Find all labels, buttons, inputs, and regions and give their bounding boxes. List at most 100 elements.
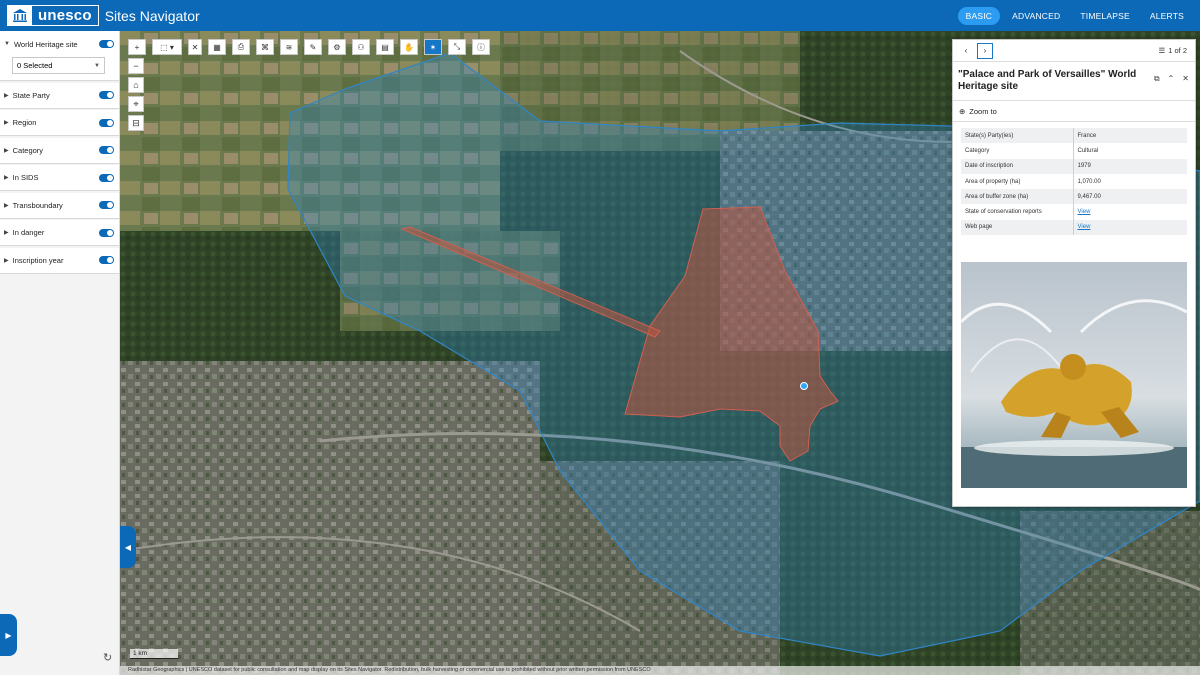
map-side-tools: − ⌂ ⌖ ⊟ — [128, 58, 144, 131]
attribute-key: State of conservation reports — [961, 204, 1074, 220]
web-page-link[interactable]: View — [1078, 224, 1091, 230]
pager-text: 1 of 2 — [1168, 46, 1187, 55]
map-toolbar: + ⬚ ▾ ✕ ▦ ⎙ ⌘ ≋ ✎ ⚙ ⚇ ▤ ✋ ✶ ⤡ ⓘ — [128, 39, 490, 55]
unesco-logo[interactable]: unesco — [7, 5, 99, 26]
close-icon[interactable]: ✕ — [1182, 74, 1189, 84]
clear-selection-button[interactable]: ✕ — [188, 39, 202, 55]
filter-world-heritage-site: ▼ World Heritage site 0 Selected ▼ — [0, 31, 119, 81]
caret-right-icon: ▶ — [4, 202, 9, 209]
filter-label: State Party — [12, 90, 50, 100]
logo-text: unesco — [38, 7, 92, 24]
zoom-to-action[interactable]: ⊕ Zoom to — [953, 100, 1195, 122]
filter-state-party[interactable]: ▶ State Party — [0, 82, 119, 109]
caret-right-icon: ▶ — [4, 147, 9, 154]
table-row: Web page View — [961, 219, 1187, 236]
dock-icon[interactable]: ⧉ — [1154, 74, 1160, 84]
attribute-key: Category — [961, 143, 1074, 159]
attribute-key: Area of property (ha) — [961, 173, 1074, 190]
table-row: State of conservation reports View — [961, 204, 1187, 220]
select-tool-button[interactable]: ⬚ ▾ — [152, 39, 182, 55]
toggle-state-party[interactable] — [99, 91, 114, 99]
measure-scale-icon[interactable]: ⊟ — [128, 115, 144, 131]
filter-sidebar: ▼ World Heritage site 0 Selected ▼ ▶ Stat… — [0, 31, 120, 675]
basemap-icon[interactable]: ▦ — [208, 39, 226, 55]
toggle-region[interactable] — [99, 118, 114, 127]
toggle-category[interactable] — [99, 146, 114, 154]
filter-in-danger[interactable]: ▶ In danger — [0, 220, 119, 246]
select-value: 0 Selected — [17, 61, 53, 70]
conservation-reports-link[interactable]: View — [1078, 209, 1091, 215]
mode-alerts[interactable]: ALERTS — [1142, 7, 1192, 25]
analysis-icon[interactable]: ⚙ — [328, 39, 346, 55]
site-select[interactable]: 0 Selected ▼ — [12, 57, 105, 74]
site-location-marker[interactable] — [800, 382, 808, 390]
zoom-in-button[interactable]: + — [128, 39, 146, 55]
filter-region[interactable]: ▶ Region — [0, 110, 119, 136]
filter-row-world-heritage-site[interactable]: ▼ World Heritage site — [0, 31, 119, 57]
toggle-in-danger[interactable] — [99, 228, 114, 237]
zoom-out-button[interactable]: − — [128, 58, 144, 74]
collapse-sidebar-button[interactable]: ◀ — [120, 526, 136, 568]
info-icon[interactable]: ⓘ — [472, 39, 490, 55]
toggle-transboundary[interactable] — [99, 201, 114, 209]
toggle-in-sids[interactable] — [99, 173, 114, 182]
scale-bar: 1 km — [130, 649, 178, 659]
caret-down-icon: ▼ — [4, 41, 10, 47]
zoom-icon: ⊕ — [959, 106, 966, 116]
attribute-key: State(s) Party(ies) — [961, 128, 1074, 144]
attribute-key: Web page — [961, 219, 1074, 236]
light-icon[interactable]: ✶ — [424, 39, 442, 55]
locate-icon[interactable]: ⌖ — [128, 96, 144, 112]
filter-category[interactable]: ▶ Category — [0, 137, 119, 164]
person-icon[interactable]: ⚇ — [352, 39, 370, 55]
caret-right-icon: ▶ — [4, 257, 9, 264]
mode-basic[interactable]: BASIC — [957, 7, 1001, 25]
popup-header: ‹ › ☰ 1 of 2 — [953, 40, 1195, 62]
table-row: Area of buffer zone (ha) 9,467.00 — [961, 189, 1187, 205]
table-row: Area of property (ha) 1,070.00 — [961, 173, 1187, 190]
previous-feature-button[interactable]: ‹ — [958, 43, 974, 59]
filter-transboundary[interactable]: ▶ Transboundary — [0, 192, 119, 219]
attribute-value: Cultural — [1077, 147, 1099, 154]
list-icon: ☰ — [1158, 46, 1166, 55]
attribute-table: State(s) Party(ies) France Category Cultur… — [961, 128, 1187, 236]
table-row: Date of inscription 1979 — [961, 158, 1187, 174]
filter-in-sids[interactable]: ▶ In SIDS — [0, 165, 119, 191]
top-bar: unesco Sites Navigator BASIC ADVANCED TI… — [0, 0, 1200, 31]
next-feature-button[interactable]: › — [977, 42, 993, 59]
map-attribution: Radhistar Geographics | UNESCO dataset f… — [120, 666, 1200, 675]
print-icon[interactable]: ⎙ — [232, 39, 250, 55]
hand-icon[interactable]: ✋ — [400, 39, 418, 55]
mode-timelapse[interactable]: TIMELAPSE — [1072, 7, 1138, 25]
app-title: Sites Navigator — [104, 7, 200, 24]
caret-right-icon: ▶ — [4, 230, 9, 236]
table-row: Category Cultural — [961, 143, 1187, 159]
collapse-icon[interactable]: ⌃ — [1168, 74, 1175, 84]
filter-label: In danger — [12, 228, 45, 237]
measure-icon[interactable]: ⤡ — [448, 39, 466, 55]
attribute-value: 9,467.00 — [1073, 189, 1187, 205]
toggle-inscription-year[interactable] — [99, 256, 114, 264]
toggle-world-heritage-site[interactable] — [99, 40, 114, 48]
home-icon[interactable]: ⌂ — [128, 77, 144, 93]
mode-switcher: BASIC ADVANCED TIMELAPSE ALERTS — [957, 7, 1192, 25]
filter-label: Region — [12, 118, 37, 127]
mode-advanced[interactable]: ADVANCED — [1004, 7, 1068, 25]
layers-icon[interactable]: ≋ — [280, 39, 298, 55]
feature-pager[interactable]: ☰ 1 of 2 — [1159, 46, 1188, 55]
attribute-key: Area of buffer zone (ha) — [961, 189, 1074, 205]
filter-label: In SIDS — [12, 173, 39, 182]
expand-panel-button[interactable]: ▶ — [0, 614, 17, 656]
share-icon[interactable]: ⌘ — [256, 39, 274, 55]
attribute-value: France — [1073, 128, 1187, 144]
reset-icon[interactable]: ↻ — [103, 651, 112, 664]
popup-actions: ⧉ ⌃ ✕ — [1154, 74, 1189, 84]
attribute-value: 1,070.00 — [1077, 178, 1101, 185]
filter-label: Category — [12, 145, 44, 155]
draw-icon[interactable]: ✎ — [304, 39, 322, 55]
filter-inscription-year[interactable]: ▶ Inscription year — [0, 247, 119, 274]
caret-right-icon: ▶ — [4, 175, 9, 181]
caret-right-icon: ▶ — [4, 120, 9, 126]
chevron-down-icon: ▼ — [94, 62, 100, 69]
table-icon[interactable]: ▤ — [376, 39, 394, 55]
